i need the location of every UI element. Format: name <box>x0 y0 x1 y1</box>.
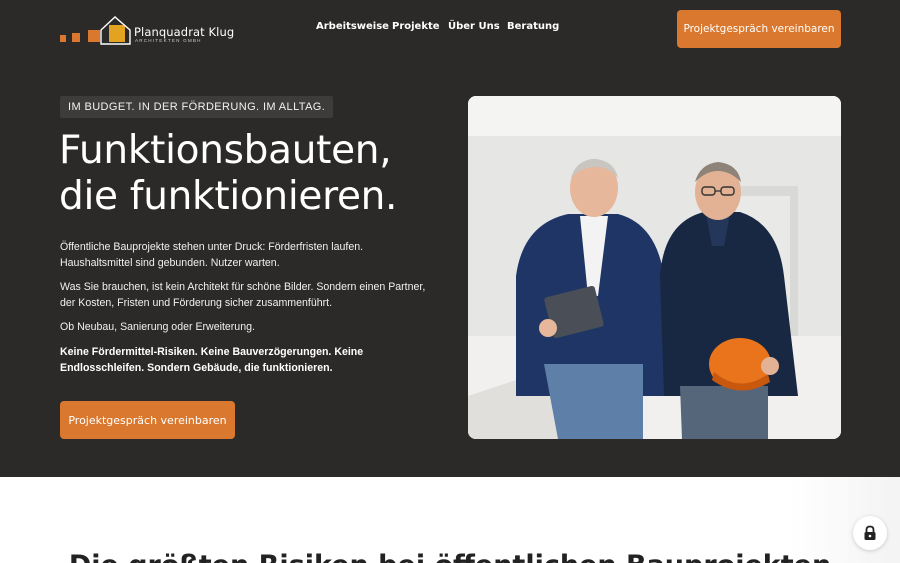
house-squares-logo-icon <box>60 16 131 45</box>
nav-item-projekte[interactable]: Projekte <box>392 21 440 32</box>
hero-headline: Funktionsbauten, die funktionieren. <box>59 128 398 219</box>
hero-badge: IM BUDGET. IN DER FÖRDERUNG. IM ALLTAG. <box>60 96 334 118</box>
hero-photo <box>468 96 841 439</box>
two-architects-photo-icon <box>468 96 841 439</box>
hero-paragraph-3: Ob Neubau, Sanierung oder Erweiterung. <box>60 321 255 333</box>
logo-name: Planquadrat Klug <box>134 25 235 39</box>
nav-item-arbeitsweise[interactable]: Arbeitsweise <box>316 21 389 32</box>
hero-paragraph-2: Was Sie brauchen, ist kein Architekt für… <box>60 281 426 309</box>
hero-paragraph-1: Öffentliche Bauprojekte stehen unter Dru… <box>60 241 364 269</box>
section-title: Die größten Risiken bei öffentlichen Bau… <box>0 550 900 563</box>
privacy-settings-button[interactable] <box>853 516 887 550</box>
nav-item-ueber-uns[interactable]: Über Uns <box>448 21 500 32</box>
header-cta-button[interactable]: Projektgespräch vereinbaren <box>677 10 841 48</box>
hero-cta-button[interactable]: Projektgespräch vereinbaren <box>60 401 235 439</box>
lock-icon <box>864 525 876 540</box>
hero-section: Planquadrat Klug ARCHITEKTEN GMBH Arbeit… <box>0 0 900 477</box>
company-logo[interactable]: Planquadrat Klug ARCHITEKTEN GMBH <box>60 12 234 46</box>
logo-subtitle: ARCHITEKTEN GMBH <box>135 38 202 43</box>
hero-paragraph-emphasis: Keine Fördermittel-Risiken. Keine Bauver… <box>60 346 364 374</box>
nav-item-beratung[interactable]: Beratung <box>507 21 559 32</box>
